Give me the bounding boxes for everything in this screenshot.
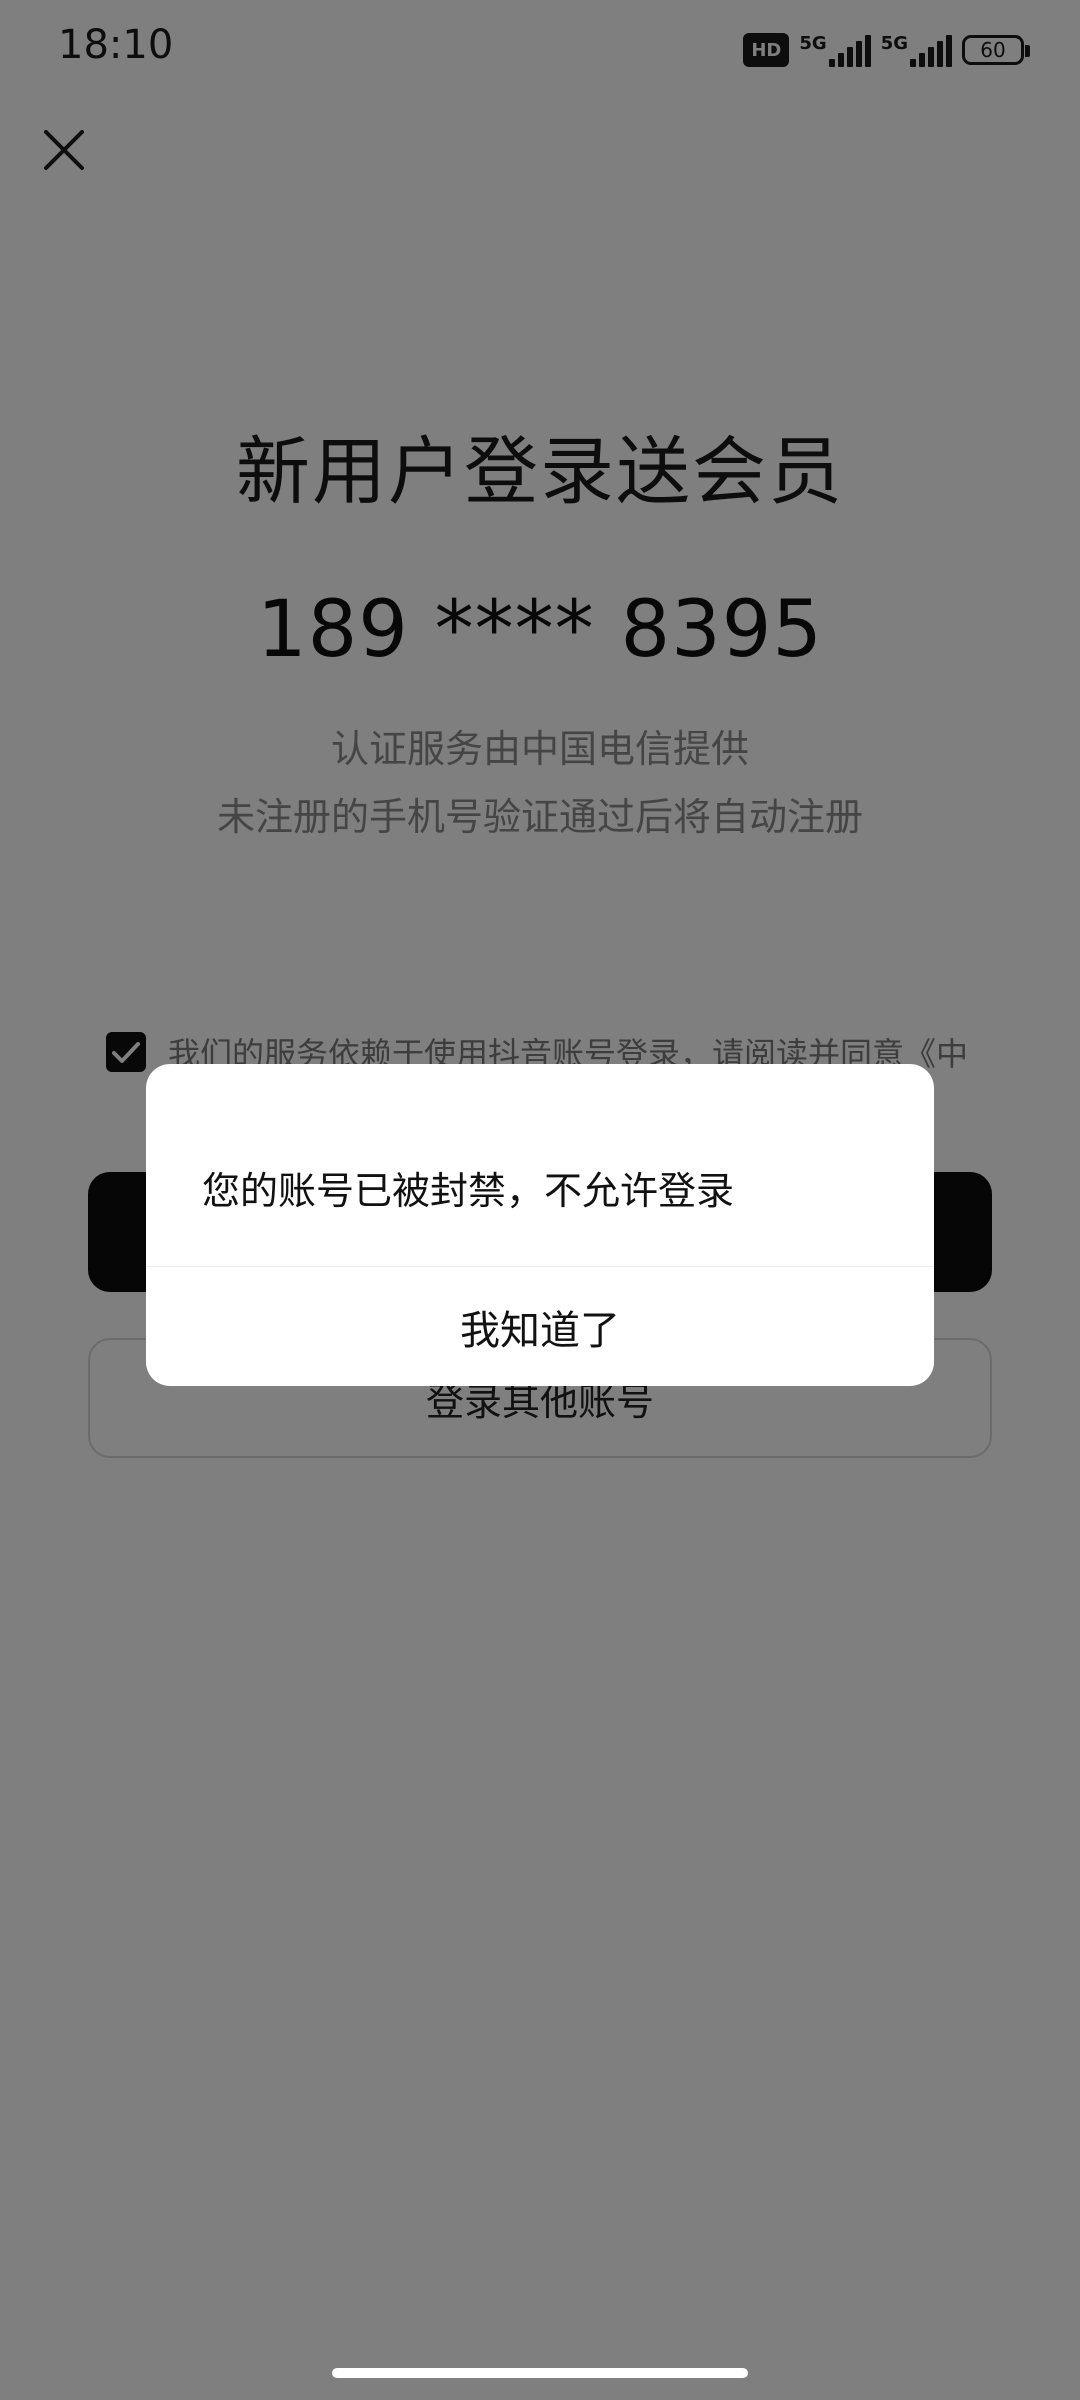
dialog-message: 您的账号已被封禁，不允许登录 — [202, 1169, 735, 1213]
home-indicator[interactable] — [332, 2368, 748, 2378]
dialog-confirm-button[interactable]: 我知道了 — [146, 1267, 934, 1386]
account-banned-dialog: 您的账号已被封禁，不允许登录 我知道了 — [146, 1064, 934, 1386]
login-screen: 18:10 HD 5G 5G 60 新用户登录送会员 189 *** — [0, 0, 1080, 2400]
